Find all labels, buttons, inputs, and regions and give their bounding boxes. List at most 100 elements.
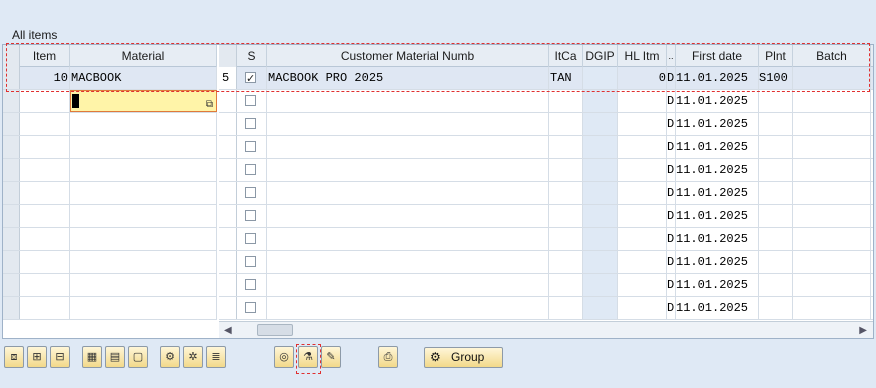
batch-cell[interactable] <box>793 205 871 227</box>
table-row[interactable]: D 11.01.2025 <box>219 251 873 274</box>
item-number-cell[interactable] <box>20 205 70 227</box>
customer-material-cell[interactable] <box>267 274 549 296</box>
scroll-right-arrow-icon[interactable]: ▶ <box>859 325 867 336</box>
hl-itm-cell[interactable] <box>618 159 667 181</box>
first-date-cell[interactable]: 11.01.2025 <box>676 90 759 112</box>
batch-cell[interactable] <box>793 297 871 319</box>
dot-cell[interactable]: D <box>667 274 676 296</box>
target-icon[interactable]: ◎ <box>274 346 294 368</box>
dgip-cell[interactable] <box>583 67 618 89</box>
batch-cell[interactable] <box>793 228 871 250</box>
table-row[interactable] <box>3 113 217 136</box>
customer-material-cell[interactable] <box>267 251 549 273</box>
first-date-cell[interactable]: 11.01.2025 <box>676 113 759 135</box>
dot-cell[interactable]: D <box>667 136 676 158</box>
table-row[interactable]: 10 MACBOOK <box>3 67 217 90</box>
s-checkbox[interactable] <box>245 95 256 106</box>
table-row[interactable] <box>3 228 217 251</box>
item-details-icon[interactable]: ⧈ <box>4 346 24 368</box>
item-number-cell[interactable] <box>20 251 70 273</box>
dot-cell[interactable]: D <box>667 113 676 135</box>
dgip-cell[interactable] <box>583 274 618 296</box>
customer-material-cell[interactable]: MACBOOK PRO 2025 <box>267 67 549 89</box>
item-number-cell[interactable] <box>20 113 70 135</box>
delete-row-icon[interactable]: ⊟ <box>50 346 70 368</box>
select-block-icon[interactable]: ▤ <box>105 346 125 368</box>
itca-cell[interactable] <box>549 113 583 135</box>
hl-itm-cell[interactable] <box>618 297 667 319</box>
dgip-cell[interactable] <box>583 90 618 112</box>
itca-cell[interactable] <box>549 136 583 158</box>
first-date-cell[interactable]: 11.01.2025 <box>676 67 759 89</box>
material-cell[interactable] <box>70 136 217 158</box>
plnt-cell[interactable] <box>759 182 793 204</box>
hl-itm-cell[interactable] <box>618 136 667 158</box>
s-checkbox[interactable] <box>245 210 256 221</box>
hl-itm-cell[interactable] <box>618 274 667 296</box>
item-number-cell[interactable] <box>20 297 70 319</box>
material-cell[interactable] <box>70 297 217 319</box>
row-selector[interactable] <box>3 67 20 89</box>
itca-cell[interactable] <box>549 90 583 112</box>
itca-cell[interactable] <box>549 205 583 227</box>
row-selector[interactable] <box>3 251 20 273</box>
list-icon[interactable]: ≣ <box>206 346 226 368</box>
scroll-left-arrow-icon[interactable]: ◀ <box>224 325 232 336</box>
deselect-icon[interactable]: ▢ <box>128 346 148 368</box>
first-date-cell[interactable]: 11.01.2025 <box>676 182 759 204</box>
select-all-corner[interactable] <box>3 45 20 67</box>
pricing-icon[interactable]: ✲ <box>183 346 203 368</box>
row-selector[interactable] <box>3 274 20 296</box>
col-header-material[interactable]: Material <box>70 45 217 67</box>
itca-cell[interactable] <box>549 228 583 250</box>
dot-cell[interactable]: D <box>667 67 676 89</box>
col-header-customer-material[interactable]: Customer Material Numb <box>267 45 549 67</box>
material-cell[interactable] <box>70 113 217 135</box>
material-cell[interactable] <box>70 228 217 250</box>
material-cell[interactable] <box>70 274 217 296</box>
first-date-cell[interactable]: 11.01.2025 <box>676 136 759 158</box>
dgip-cell[interactable] <box>583 159 618 181</box>
col-header-batch[interactable]: Batch <box>793 45 871 67</box>
dot-cell[interactable]: D <box>667 205 676 227</box>
batch-cell[interactable] <box>793 90 871 112</box>
s-checkbox[interactable] <box>245 68 256 89</box>
plnt-cell[interactable] <box>759 251 793 273</box>
dot-cell[interactable]: D <box>667 228 676 250</box>
row-selector[interactable] <box>3 205 20 227</box>
hl-itm-cell[interactable] <box>618 182 667 204</box>
hl-itm-cell[interactable] <box>618 90 667 112</box>
value-help-icon[interactable]: ⧉ <box>206 94 213 111</box>
s-checkbox[interactable] <box>245 187 256 198</box>
row-selector[interactable] <box>3 136 20 158</box>
batch-cell[interactable] <box>793 274 871 296</box>
plnt-cell[interactable]: S100 <box>759 67 793 89</box>
dgip-cell[interactable] <box>583 228 618 250</box>
table-row[interactable] <box>3 274 217 297</box>
plnt-cell[interactable] <box>759 274 793 296</box>
item-number-cell[interactable]: 10 <box>20 67 70 89</box>
row-selector[interactable] <box>3 90 20 112</box>
row-selector[interactable] <box>3 159 20 181</box>
customer-material-cell[interactable] <box>267 228 549 250</box>
item-number-cell[interactable] <box>20 274 70 296</box>
itca-cell[interactable] <box>549 297 583 319</box>
group-button[interactable]: ⚙ Group <box>424 347 503 368</box>
plnt-cell[interactable] <box>759 159 793 181</box>
s-checkbox[interactable] <box>245 164 256 175</box>
itca-cell[interactable] <box>549 182 583 204</box>
s-checkbox[interactable] <box>245 302 256 313</box>
first-date-cell[interactable]: 11.01.2025 <box>676 228 759 250</box>
table-row[interactable]: D 11.01.2025 <box>219 136 873 159</box>
itca-cell[interactable] <box>549 251 583 273</box>
table-row[interactable] <box>3 251 217 274</box>
col-header-first-date[interactable]: First date <box>676 45 759 67</box>
select-all-icon[interactable]: ▦ <box>82 346 102 368</box>
table-row[interactable]: 5 MACBOOK PRO 2025 TAN 0 D 11.01.2025 S1… <box>219 67 873 90</box>
first-date-cell[interactable]: 11.01.2025 <box>676 159 759 181</box>
table-row[interactable]: D 11.01.2025 <box>219 205 873 228</box>
dgip-cell[interactable] <box>583 251 618 273</box>
dot-cell[interactable]: D <box>667 182 676 204</box>
table-row[interactable] <box>3 182 217 205</box>
batch-cell[interactable] <box>793 159 871 181</box>
